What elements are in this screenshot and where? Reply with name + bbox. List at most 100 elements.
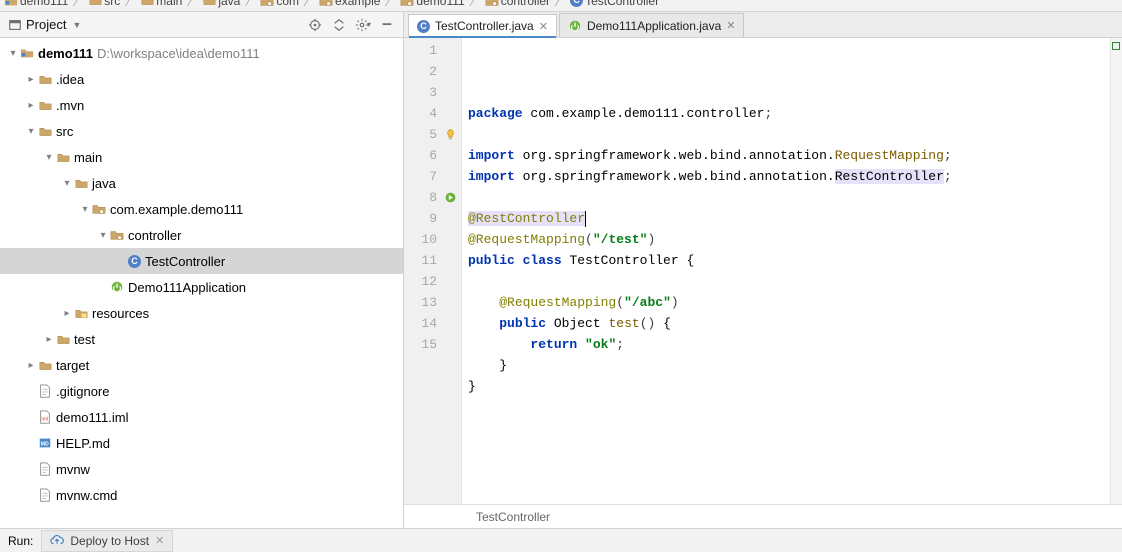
- tree-node-label: mvnw.cmd: [56, 488, 117, 503]
- chevron-down-icon[interactable]: ▾: [42, 150, 56, 164]
- hide-button[interactable]: [377, 15, 397, 35]
- breadcrumb-item[interactable]: CTestController: [570, 0, 659, 9]
- tree-node-label: java: [92, 176, 116, 191]
- chevron-right-icon[interactable]: ▸: [24, 358, 38, 372]
- close-icon[interactable]: ✕: [726, 19, 735, 32]
- package-icon: [319, 0, 333, 8]
- project-title[interactable]: Project▼: [26, 17, 81, 32]
- module-icon: [20, 46, 34, 60]
- folder-icon: [74, 306, 88, 320]
- code-editor[interactable]: 123456789101112131415 package com.exampl…: [404, 38, 1122, 504]
- svg-text:MD: MD: [41, 442, 49, 448]
- project-tool-window: Project▼ ▾ ▾ demo111 D:\workspace\idea\de…: [0, 12, 404, 528]
- tree-node[interactable]: ▸mvnw.cmd: [0, 482, 403, 508]
- file-icon: [38, 488, 52, 502]
- chevron-down-icon[interactable]: ▾: [24, 124, 38, 138]
- class-icon: C: [570, 0, 583, 7]
- editor-code[interactable]: package com.example.demo111.controller;i…: [462, 38, 1122, 504]
- package-icon: [400, 0, 414, 8]
- editor-tabs: CTestController.java✕Demo111Application.…: [404, 12, 1122, 38]
- editor-tab[interactable]: CTestController.java✕: [408, 14, 557, 38]
- package-icon: [92, 202, 106, 216]
- folder-icon: [202, 0, 216, 8]
- close-icon[interactable]: ✕: [155, 534, 164, 547]
- intention-bulb-icon[interactable]: [443, 127, 457, 141]
- tree-node-label: HELP.md: [56, 436, 110, 451]
- chevron-right-icon[interactable]: ▸: [24, 98, 38, 112]
- project-tree[interactable]: ▾ demo111 D:\workspace\idea\demo111 ▸.idea…: [0, 38, 403, 528]
- chevron-down-icon: ▼: [72, 20, 81, 30]
- breadcrumb-item[interactable]: java: [202, 0, 240, 9]
- tree-node-label: Demo111Application: [128, 280, 246, 295]
- tree-node[interactable]: ▸mvnw: [0, 456, 403, 482]
- close-icon[interactable]: ✕: [539, 20, 548, 33]
- settings-button[interactable]: ▾: [353, 15, 373, 35]
- tree-node-label: .mvn: [56, 98, 84, 113]
- breadcrumb-item[interactable]: demo111: [400, 0, 464, 9]
- editor-area: CTestController.java✕Demo111Application.…: [404, 12, 1122, 528]
- tree-node-label: .gitignore: [56, 384, 109, 399]
- error-stripe[interactable]: [1110, 38, 1122, 504]
- chevron-right-icon[interactable]: ▸: [42, 332, 56, 346]
- tree-node[interactable]: ▾ demo111 D:\workspace\idea\demo111: [0, 40, 403, 66]
- run-gutter-icon[interactable]: [443, 190, 457, 204]
- tree-node[interactable]: ▸Demo111Application: [0, 274, 403, 300]
- tree-node[interactable]: ▸.gitignore: [0, 378, 403, 404]
- chevron-down-icon[interactable]: ▾: [78, 202, 92, 216]
- project-tool-header: Project▼ ▾: [0, 12, 403, 38]
- project-icon: [8, 18, 22, 32]
- tree-node-label: target: [56, 358, 89, 373]
- folder-icon: [38, 72, 52, 86]
- tree-node[interactable]: ▸imldemo111.iml: [0, 404, 403, 430]
- package-icon: [110, 228, 124, 242]
- tree-node[interactable]: ▸ target: [0, 352, 403, 378]
- chevron-right-icon[interactable]: ▸: [24, 72, 38, 86]
- chevron-down-icon[interactable]: ▾: [6, 46, 20, 60]
- breadcrumb-item[interactable]: com: [260, 0, 299, 9]
- breadcrumb-item[interactable]: src: [88, 0, 120, 9]
- tree-node[interactable]: ▸ resources: [0, 300, 403, 326]
- run-tab-deploy[interactable]: Deploy to Host ✕: [41, 530, 173, 552]
- chevron-right-icon[interactable]: ▸: [60, 306, 74, 320]
- locate-button[interactable]: [305, 15, 325, 35]
- tree-node[interactable]: ▸ .mvn: [0, 92, 403, 118]
- package-icon: [260, 0, 274, 8]
- tree-node[interactable]: ▾ src: [0, 118, 403, 144]
- folder-icon: [140, 0, 154, 8]
- file-icon: [38, 462, 52, 476]
- tree-node-label: test: [74, 332, 95, 347]
- tree-node-label: demo111: [38, 46, 93, 61]
- tree-node[interactable]: ▾main: [0, 144, 403, 170]
- chevron-down-icon[interactable]: ▾: [60, 176, 74, 190]
- editor-gutter[interactable]: 123456789101112131415: [404, 38, 462, 504]
- breadcrumb-item[interactable]: example: [319, 0, 380, 9]
- tree-node[interactable]: ▾ controller: [0, 222, 403, 248]
- tree-node-label: resources: [92, 306, 149, 321]
- folder-icon: [38, 124, 52, 138]
- tree-node-label: src: [56, 124, 73, 139]
- tree-node[interactable]: ▸CTestController: [0, 248, 403, 274]
- xml-file-icon: iml: [38, 410, 52, 424]
- tree-node[interactable]: ▾ com.example.demo111: [0, 196, 403, 222]
- tree-node[interactable]: ▸MDHELP.md: [0, 430, 403, 456]
- folder-icon: [56, 150, 70, 164]
- chevron-down-icon[interactable]: ▾: [96, 228, 110, 242]
- markdown-file-icon: MD: [38, 436, 52, 450]
- editor-breadcrumb[interactable]: TestController: [404, 504, 1122, 528]
- bottom-toolbar: Run: Deploy to Host ✕: [0, 528, 1122, 552]
- breadcrumb-item[interactable]: demo111: [4, 0, 68, 9]
- expand-all-button[interactable]: [329, 15, 349, 35]
- tree-node-label: controller: [128, 228, 181, 243]
- tree-node[interactable]: ▸.idea: [0, 66, 403, 92]
- breadcrumb-item[interactable]: main: [140, 0, 182, 9]
- folder-icon: [88, 0, 102, 8]
- tree-node-label: com.example.demo111: [110, 202, 243, 217]
- breadcrumb-item[interactable]: controller: [485, 0, 550, 9]
- tree-node-label: TestController: [145, 254, 225, 269]
- run-label: Run:: [0, 534, 41, 548]
- spring-boot-icon: [568, 19, 582, 33]
- tree-node[interactable]: ▾ java: [0, 170, 403, 196]
- editor-tab[interactable]: Demo111Application.java✕: [559, 13, 745, 37]
- tree-node-path: D:\workspace\idea\demo111: [97, 46, 260, 61]
- tree-node[interactable]: ▸ test: [0, 326, 403, 352]
